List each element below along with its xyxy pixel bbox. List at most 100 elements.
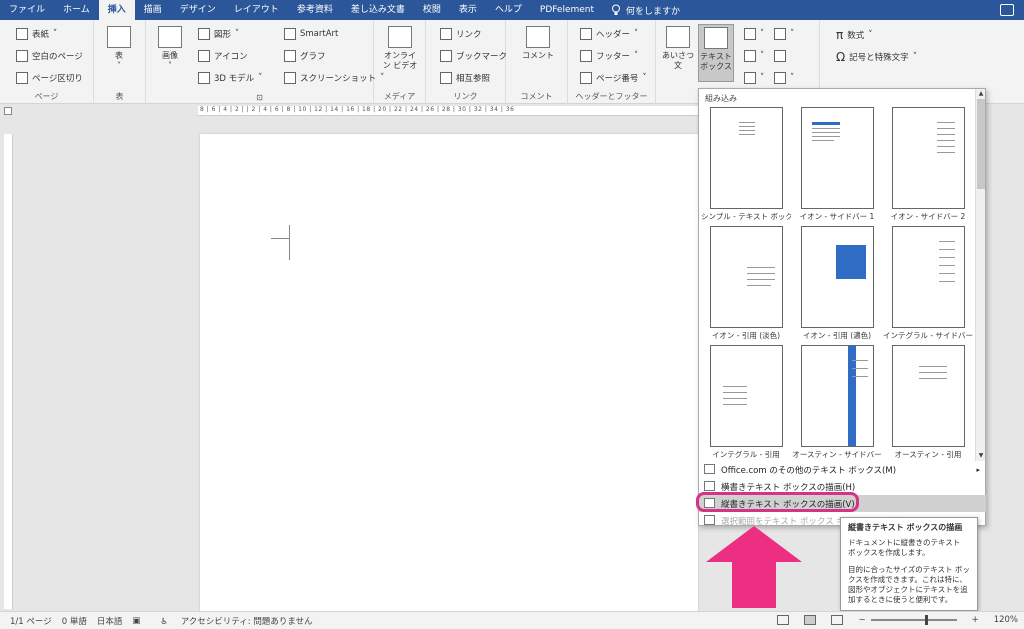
signature-line-button[interactable]: ˅ [774,28,794,40]
chevron-down-icon: ˅ [868,30,873,40]
gallery-item-ion-quote-dark[interactable]: イオン - 引用 (濃色) [792,226,882,341]
tab-design[interactable]: デザイン [171,0,225,20]
thumbnail [800,345,874,447]
tab-mailings[interactable]: 差し込み文書 [342,0,414,20]
zoom-out-button[interactable]: − [858,615,865,625]
tab-pdfelement[interactable]: PDFelement [531,0,603,20]
chart-button[interactable]: グラフ [284,50,326,62]
zoom-slider[interactable] [870,615,957,625]
object-button[interactable]: ˅ [774,72,794,84]
illustrations-launcher-icon[interactable]: ⊡ [146,93,373,102]
gallery-item-austin-sidebar[interactable]: オースティン - サイドバー [792,345,882,460]
document-page[interactable] [200,134,698,614]
pointer-arrow-icon [706,526,802,608]
tab-home[interactable]: ホーム [54,0,99,20]
3d-models-button[interactable]: 3D モデル ˅ [198,72,262,84]
cover-page-icon [16,28,28,40]
page-number-icon [580,72,592,84]
accessibility-status[interactable]: ♿ アクセシビリティ: 問題ありません [150,615,312,627]
chevron-down-icon: ˅ [117,61,121,70]
vertical-ruler[interactable] [4,134,13,609]
greeting-button[interactable]: あいさつ 文 [662,26,694,71]
shapes-button[interactable]: 図形 ˅ [198,28,239,40]
bookmark-button[interactable]: ブックマーク [440,50,507,62]
tab-review[interactable]: 校閲 [414,0,450,20]
table-button[interactable]: 表 ˅ [107,26,131,71]
symbol-button[interactable]: Ω 記号と特殊文字 ˅ [836,50,917,64]
gallery-scrollbar[interactable]: ▲ ▼ [975,89,985,461]
horizontal-ruler[interactable]: 8 | 6 | 4 | 2 | | 2 | 4 | 6 | 8 | 10 | 1… [198,106,698,116]
comments-icon[interactable] [1000,4,1014,16]
scroll-up-icon[interactable]: ▲ [977,90,985,98]
tab-selector[interactable] [4,107,12,115]
tell-me-box[interactable]: 何をしますか [611,4,680,17]
word-count[interactable]: 0 単語 [62,615,87,627]
drop-cap-icon [744,72,756,84]
page-number-button[interactable]: ページ番号 ˅ [580,72,647,84]
header-button[interactable]: ヘッダー ˅ [580,28,638,40]
text-box-icon [704,27,728,49]
screenshot-button[interactable]: スクリーンショット ˅ [284,72,384,84]
quick-parts-button[interactable]: ˅ [744,28,764,40]
zoom-in-button[interactable]: + [972,615,979,625]
gallery-item-ion-sidebar-1[interactable]: イオン - サイドバー 1 [792,107,882,222]
gallery-item-integral-quote[interactable]: インテグラル - 引用 [701,345,791,460]
text-box-button[interactable]: テキスト ボックス [698,24,734,82]
date-time-button[interactable] [774,50,786,62]
tab-help[interactable]: ヘルプ [486,0,531,20]
online-video-button[interactable]: オンライン ビデオ [382,26,418,71]
gallery-item-austin-quote[interactable]: オースティン - 引用 [883,345,973,460]
save-to-gallery-icon [704,515,715,525]
smartart-button[interactable]: SmartArt [284,28,338,40]
gallery-item-integral-sidebar[interactable]: インテグラル - サイドバー [883,226,973,341]
print-layout-icon[interactable] [804,615,817,625]
group-label-table: 表 [115,92,124,101]
tab-layout[interactable]: レイアウト [225,0,288,20]
wordart-button[interactable]: ˅ [744,50,764,62]
gallery-item-simple[interactable]: シンプル - テキスト ボックス [701,107,791,222]
horizontal-text-box-icon [704,481,715,491]
chart-icon [284,50,296,62]
group-pages: 表紙 ˅ 空白のページ ページ区切り ページ [0,20,94,104]
new-comment-button[interactable]: コメント [522,26,554,61]
gallery-item-ion-sidebar-2[interactable]: イオン - サイドバー 2 [883,107,973,222]
tab-draw[interactable]: 描画 [135,0,171,20]
status-bar: 1/1 ページ 0 単語 日本語 ▣ ♿ アクセシビリティ: 問題ありません −… [0,611,1024,629]
web-layout-icon[interactable] [831,615,844,625]
tab-references[interactable]: 参考資料 [288,0,342,20]
drop-cap-button[interactable]: ˅ [744,72,764,84]
tab-view[interactable]: 表示 [450,0,486,20]
accessibility-icon: ♿ [160,616,171,627]
pictures-button[interactable]: 画像 ˅ [158,26,182,71]
zoom-slider-knob[interactable] [924,615,928,625]
track-changes-icon[interactable]: ▣ [132,616,140,626]
page-break-icon [16,72,28,84]
tell-me-label: 何をしますか [626,6,681,17]
page-count[interactable]: 1/1 ページ [10,615,52,627]
scroll-down-icon[interactable]: ▼ [977,452,985,460]
cover-page-button[interactable]: 表紙 ˅ [16,28,57,40]
footer-button[interactable]: フッター ˅ [580,50,638,62]
read-mode-icon[interactable] [777,615,790,625]
cross-reference-button[interactable]: 相互参照 [440,72,490,84]
wordart-icon [744,50,756,62]
pi-icon: π [836,28,844,42]
link-button[interactable]: リンク [440,28,482,40]
blank-page-button[interactable]: 空白のページ [16,50,83,62]
language[interactable]: 日本語 [97,615,123,627]
zoom-level[interactable]: 120% [994,615,1018,625]
group-label-header-footer: ヘッダーとフッター [575,92,648,101]
text-box-gallery-panel: 組み込み シンプル - テキスト ボックス イオン - サイドバー 1 イオン … [698,88,986,527]
chevron-down-icon: ˅ [235,29,240,39]
link-icon [440,28,452,40]
tab-file[interactable]: ファイル [0,0,54,20]
tab-insert[interactable]: 挿入 [98,0,135,20]
menu-item-more-text-boxes[interactable]: Office.com のその他のテキスト ボックス(M) ▸ [699,461,986,478]
icons-icon [198,50,210,62]
gallery-item-ion-quote-light[interactable]: イオン - 引用 (淡色) [701,226,791,341]
scrollbar-thumb[interactable] [977,99,985,189]
group-links: リンク ブックマーク 相互参照 リンク [426,20,507,104]
icons-button[interactable]: アイコン [198,50,248,62]
page-break-button[interactable]: ページ区切り [16,72,83,84]
equation-button[interactable]: π 数式 ˅ [836,28,873,42]
